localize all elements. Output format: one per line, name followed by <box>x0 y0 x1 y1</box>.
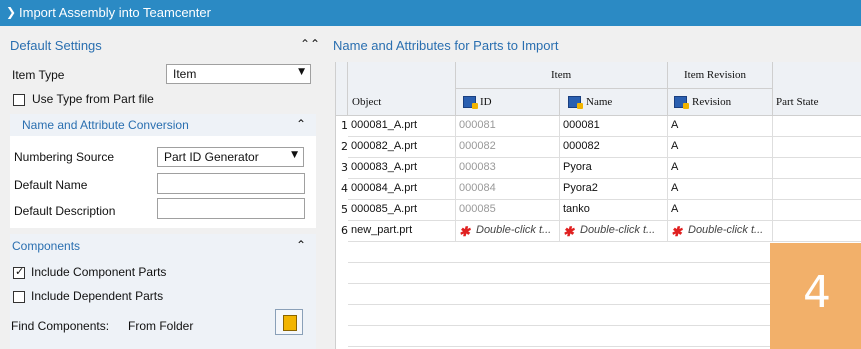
include-dependent-label: Include Dependent Parts <box>31 289 164 303</box>
window-title: Import Assembly into Teamcenter <box>19 5 211 20</box>
row-number: 4 <box>341 182 348 195</box>
chevron-up-icon[interactable]: ⌃ <box>300 37 310 51</box>
group-header-revision: Item Revision <box>668 62 773 89</box>
cell-name[interactable]: ✱ Double-click t... <box>560 221 668 242</box>
include-component-checkbox[interactable]: ✓ <box>13 265 25 279</box>
group-item-label: Item <box>551 69 572 81</box>
column-header-name[interactable]: Name <box>560 89 668 116</box>
cell-object[interactable]: 000083_A.prt <box>348 158 456 179</box>
item-type-label: Item Type <box>12 68 65 82</box>
required-asterisk-icon: ✱ <box>671 224 682 239</box>
row-number: 5 <box>341 203 348 216</box>
naming-header[interactable]: Name and Attribute Conversion ⌃ <box>10 114 316 136</box>
column-header-state[interactable]: Part State <box>773 62 861 116</box>
cell-object[interactable]: 000085_A.prt <box>348 200 456 221</box>
row-number: 1 <box>341 119 348 132</box>
cell-object[interactable]: 000081_A.prt <box>348 116 456 137</box>
numbering-source-select[interactable]: Part ID Generator ▼ <box>157 147 304 167</box>
cell-revision[interactable]: A <box>668 137 773 158</box>
components-header[interactable]: Components ⌃ <box>10 234 316 258</box>
cell-id[interactable]: 000082 <box>456 137 560 158</box>
naming-header-label: Name and Attribute Conversion <box>22 118 189 132</box>
cell-revision[interactable]: ✱ Double-click t... <box>668 221 773 242</box>
cell-name[interactable]: Pyora <box>560 158 668 179</box>
cell-revision[interactable]: A <box>668 200 773 221</box>
chevron-up-icon[interactable]: ⌃ <box>296 117 306 131</box>
app-icon: ❯ <box>6 5 17 19</box>
find-components-label: Find Components: <box>11 319 110 333</box>
dropdown-arrow-icon: ▼ <box>298 67 305 77</box>
item-type-select[interactable]: Item ▼ <box>166 64 311 84</box>
default-description-input[interactable] <box>157 198 305 219</box>
chevron-up-icon[interactable]: ⌃ <box>296 238 306 252</box>
required-asterisk-icon: ✱ <box>459 224 470 239</box>
naming-body: Numbering Source Part ID Generator ▼ Def… <box>10 136 316 228</box>
chevron-up-icon[interactable]: ⌃ <box>310 37 320 51</box>
column-header-object[interactable]: Object <box>348 62 456 116</box>
column-object-label: Object <box>352 96 382 108</box>
cell-name[interactable]: 000082 <box>560 137 668 158</box>
group-revision-label: Item Revision <box>684 69 747 81</box>
cell-state[interactable] <box>773 116 861 137</box>
cell-state[interactable] <box>773 200 861 221</box>
cell-id[interactable]: ✱ Double-click t... <box>456 221 560 242</box>
row-number: 3 <box>341 161 348 174</box>
step-number: 4 <box>803 267 831 318</box>
column-id-label: ID <box>480 96 492 108</box>
cell-id[interactable]: 000081 <box>456 116 560 137</box>
required-asterisk-icon: ✱ <box>563 224 574 239</box>
dropdown-arrow-icon: ▼ <box>291 150 298 160</box>
row-number: 2 <box>341 140 348 153</box>
parts-section-label: Name and Attributes for Parts to Import <box>333 38 559 53</box>
settings-panel: Default Settings ⌃ Item Type Item ▼ Use … <box>0 26 316 349</box>
use-type-label: Use Type from Part file <box>32 92 154 106</box>
cell-id[interactable]: 000084 <box>456 179 560 200</box>
default-settings-label: Default Settings <box>10 38 102 53</box>
cell-id[interactable]: 000083 <box>456 158 560 179</box>
cell-name[interactable]: Pyora2 <box>560 179 668 200</box>
cell-object[interactable]: 000084_A.prt <box>348 179 456 200</box>
find-components-button[interactable] <box>275 309 303 335</box>
cell-id[interactable]: 000085 <box>456 200 560 221</box>
include-dependent-checkbox[interactable] <box>13 291 25 303</box>
lock-icon <box>674 96 689 109</box>
components-body: ✓ Include Component Parts Include Depend… <box>10 258 316 349</box>
default-description-label: Default Description <box>14 204 116 218</box>
row-number: 6 <box>341 224 348 237</box>
group-header-item: Item <box>456 62 668 89</box>
cell-name[interactable]: 000081 <box>560 116 668 137</box>
cell-state[interactable] <box>773 158 861 179</box>
use-type-checkbox[interactable] <box>13 94 25 106</box>
default-name-input[interactable] <box>157 173 305 194</box>
column-name-label: Name <box>586 96 613 108</box>
cell-state[interactable] <box>773 179 861 200</box>
numbering-source-label: Numbering Source <box>14 150 115 164</box>
column-state-label: Part State <box>776 96 819 108</box>
column-header-revision[interactable]: Revision <box>668 89 773 116</box>
cell-state[interactable] <box>773 221 861 242</box>
column-revision-label: Revision <box>692 96 732 108</box>
cell-revision[interactable]: A <box>668 179 773 200</box>
folder-search-icon <box>283 315 297 331</box>
step-badge: 4 <box>770 243 861 349</box>
find-components-value: From Folder <box>128 319 194 333</box>
item-type-value: Item <box>173 67 197 81</box>
cell-object[interactable]: 000082_A.prt <box>348 137 456 158</box>
cell-name[interactable]: tanko <box>560 200 668 221</box>
cell-state[interactable] <box>773 137 861 158</box>
include-component-label: Include Component Parts <box>31 265 167 279</box>
cell-revision[interactable]: A <box>668 158 773 179</box>
column-header-id[interactable]: ID <box>456 89 560 116</box>
row-number-header <box>336 62 348 116</box>
cell-object[interactable]: new_part.prt <box>348 221 456 242</box>
default-name-label: Default Name <box>14 178 88 192</box>
components-label: Components <box>12 239 81 253</box>
lock-icon <box>568 96 583 109</box>
numbering-source-value: Part ID Generator <box>164 150 259 164</box>
default-settings-header[interactable]: Default Settings ⌃ <box>0 34 316 58</box>
lock-icon <box>463 96 478 109</box>
title-bar: ❯ Import Assembly into Teamcenter <box>0 0 861 26</box>
cell-revision[interactable]: A <box>668 116 773 137</box>
